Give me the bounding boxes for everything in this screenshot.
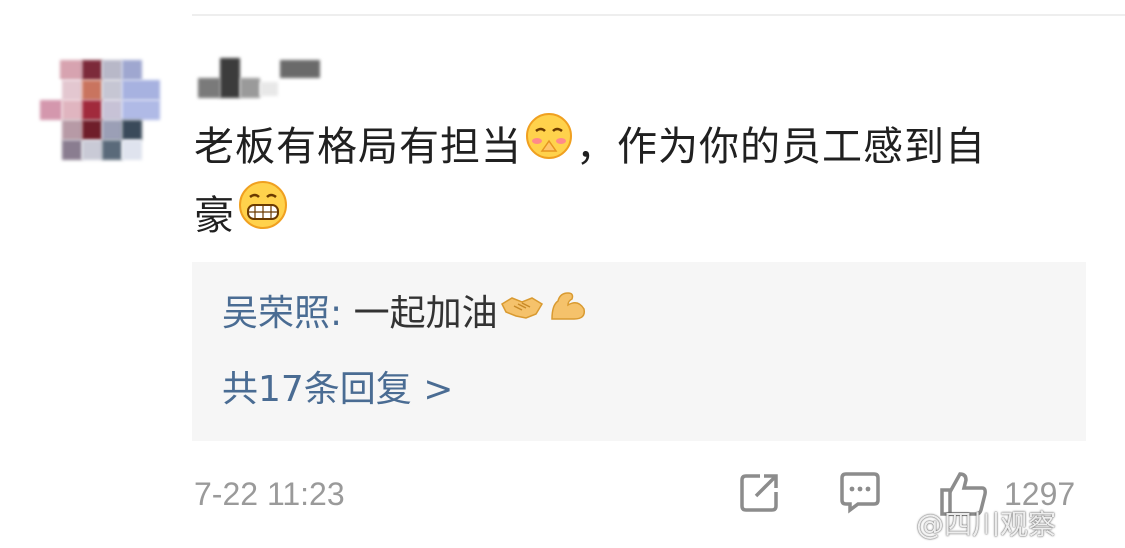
comment-text-part1: 老板有格局有担当	[194, 124, 522, 170]
share-button[interactable]	[738, 470, 782, 518]
comment-text-part3: 豪	[194, 193, 235, 239]
comment-button[interactable]	[838, 470, 882, 518]
smirk-blush-emoji-icon	[524, 111, 574, 179]
comment-text: 老板有格局有担当 ，作为你的员工感到自豪	[194, 113, 1104, 253]
reply-author[interactable]: 吴荣照	[222, 293, 330, 334]
watermark: @四川观察	[916, 508, 1057, 541]
reply-text: 一起加油	[353, 293, 498, 334]
reply-box[interactable]: 吴荣照: 一起加油 共17条回复 >	[192, 262, 1086, 441]
username[interactable]	[198, 58, 323, 98]
reply-separator: :	[330, 293, 354, 334]
comment-text-part2: ，作为你的员工感到自	[576, 124, 986, 170]
grin-emoji-icon	[237, 179, 289, 249]
top-divider	[192, 14, 1125, 16]
comment-icon	[840, 472, 880, 514]
share-icon	[740, 474, 778, 512]
reply-count-link[interactable]: 共17条回复 >	[222, 368, 453, 412]
reply-line: 吴荣照: 一起加油	[222, 289, 590, 338]
handshake-emoji-icon	[500, 289, 544, 333]
avatar[interactable]	[40, 60, 164, 160]
flexed-biceps-emoji-icon	[548, 289, 588, 334]
timestamp: 7-22 11:23	[194, 476, 345, 512]
